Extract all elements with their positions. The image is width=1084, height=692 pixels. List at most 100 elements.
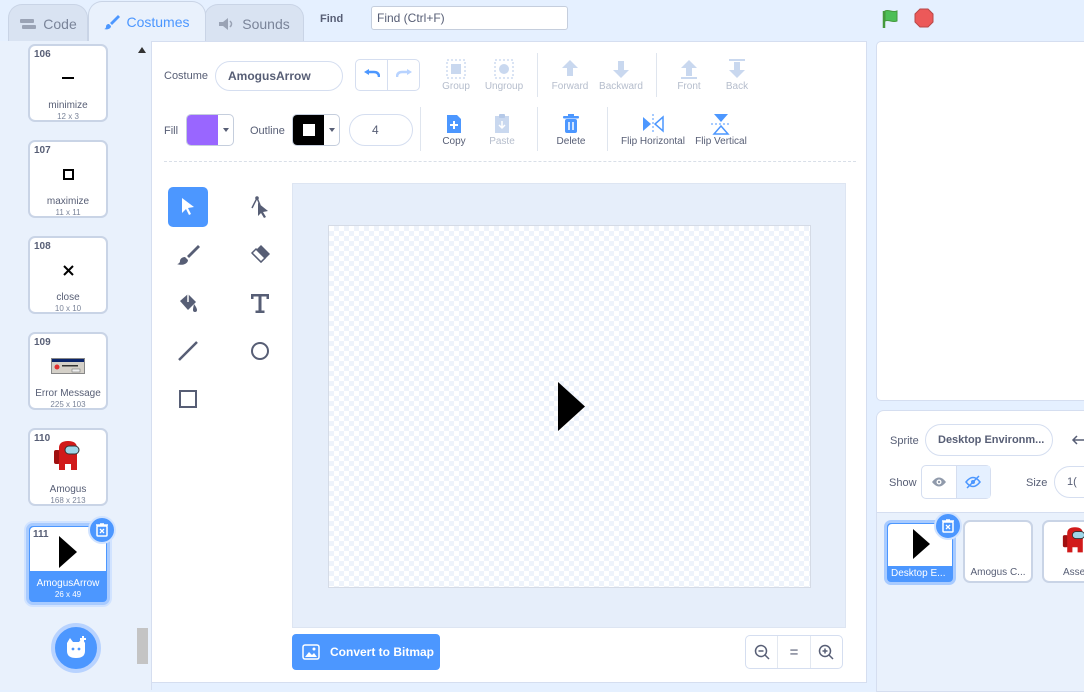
line-icon	[178, 341, 198, 361]
undo-button[interactable]	[356, 60, 388, 90]
costume-name: Amogus	[49, 484, 87, 495]
visibility-toggle	[921, 465, 991, 499]
image-icon	[302, 644, 320, 660]
flip-horizontal-button[interactable]: Flip Horizontal	[618, 112, 688, 147]
costume-name-input[interactable]: AmogusArrow	[215, 61, 343, 91]
costume-item-minimize[interactable]: 106 minimize 12 x 3	[28, 44, 108, 122]
amogus-character-icon	[54, 441, 80, 470]
stage[interactable]	[876, 41, 1084, 401]
sprite-name: Asse	[1063, 567, 1084, 578]
zoom-reset-label: =	[789, 643, 799, 661]
stop-icon[interactable]	[914, 8, 934, 28]
green-flag-icon[interactable]	[881, 8, 903, 30]
costume-name: close	[56, 292, 80, 303]
outline-color-swatch	[293, 115, 324, 145]
size-input[interactable]: 1(	[1054, 466, 1084, 498]
eraser-tool[interactable]	[240, 235, 280, 275]
scroll-up-arrow-icon[interactable]	[138, 47, 146, 53]
redo-icon	[395, 69, 412, 78]
sprite-tile-assets[interactable]: Asse	[1042, 520, 1084, 583]
arrow-left-icon[interactable]	[1071, 434, 1084, 446]
outline-label: Outline	[250, 125, 285, 137]
arrow-triangle-icon	[59, 536, 77, 568]
zoom-out-button[interactable]	[746, 636, 779, 668]
add-costume-button[interactable]	[51, 623, 101, 673]
costume-item-maximize[interactable]: 107 maximize 11 x 11	[28, 140, 108, 218]
circle-tool[interactable]	[240, 331, 280, 371]
delete-button[interactable]: Delete	[541, 112, 601, 147]
toolbar-separator	[656, 53, 657, 97]
outline-color-picker[interactable]	[292, 114, 340, 146]
flip-vertical-button[interactable]: Flip Vertical	[690, 112, 752, 147]
convert-to-bitmap-button[interactable]: Convert to Bitmap	[292, 634, 440, 670]
sprite-name-input[interactable]: Desktop Environm...	[925, 424, 1053, 456]
reshape-tool[interactable]	[240, 187, 280, 227]
tab-costumes[interactable]: Costumes	[88, 1, 206, 42]
paste-icon	[495, 114, 509, 133]
tab-code[interactable]: Code	[8, 4, 88, 42]
zoom-out-icon	[754, 644, 770, 660]
text-tool[interactable]	[240, 283, 280, 323]
costume-dimensions: 11 x 11	[55, 208, 81, 217]
text-t-icon	[251, 294, 269, 313]
outline-width-input[interactable]: 4	[349, 114, 413, 146]
toolbar-separator	[537, 53, 538, 97]
costume-item-error-message[interactable]: 109 Error Message 225 x 103	[28, 332, 108, 410]
paste-button[interactable]: Paste	[472, 112, 532, 147]
zoom-reset-button[interactable]: =	[778, 636, 811, 668]
copy-icon	[447, 115, 461, 133]
trash-icon	[563, 114, 579, 133]
eye-icon	[931, 477, 946, 487]
redo-button[interactable]	[388, 60, 419, 90]
fill-color-picker[interactable]	[186, 114, 234, 146]
paint-canvas[interactable]	[328, 225, 811, 588]
flip-vertical-label: Flip Vertical	[695, 136, 747, 147]
trash-x-icon	[96, 523, 108, 537]
fill-tool[interactable]	[168, 283, 208, 323]
tab-sounds[interactable]: Sounds	[204, 4, 304, 42]
convert-to-bitmap-label: Convert to Bitmap	[330, 645, 435, 659]
forward-icon	[562, 60, 578, 76]
code-icon	[20, 18, 37, 29]
line-tool[interactable]	[168, 331, 208, 371]
costume-item-close[interactable]: 108 close 10 x 10	[28, 236, 108, 314]
brush-tool[interactable]	[168, 235, 208, 275]
hide-sprite-button[interactable]	[956, 466, 990, 498]
costume-dimensions: 225 x 103	[50, 400, 86, 409]
sprite-name: Desktop E...	[891, 568, 946, 579]
amogus-character-icon	[1062, 527, 1084, 553]
costume-number: 106	[34, 49, 51, 60]
back-button[interactable]: Back	[707, 57, 767, 92]
find-label: Find	[320, 13, 344, 25]
costume-dimensions: 12 x 3	[57, 112, 79, 121]
eraser-icon	[250, 245, 270, 264]
speaker-icon	[219, 17, 233, 30]
show-sprite-button[interactable]	[922, 466, 957, 498]
arrow-triangle-icon	[913, 529, 930, 559]
rectangle-tool[interactable]	[168, 379, 208, 419]
costume-dimensions: 26 x 49	[54, 590, 82, 599]
costume-list-scrollbar[interactable]	[135, 41, 151, 690]
costume-label: Costume	[164, 70, 209, 82]
costume-dimensions: 168 x 213	[50, 496, 86, 505]
sprite-tile-amogus[interactable]: Amogus C...	[963, 520, 1033, 583]
delete-costume-button[interactable]	[88, 516, 116, 544]
size-label: Size	[1026, 477, 1048, 489]
close-x-icon	[62, 264, 74, 276]
scroll-thumb[interactable]	[137, 628, 148, 664]
toolbar-separator	[607, 107, 608, 151]
paste-label: Paste	[489, 136, 515, 147]
sprite-label: Sprite	[890, 435, 919, 447]
arrow-triangle-shape[interactable]	[558, 382, 585, 431]
ungroup-button[interactable]: Ungroup	[474, 57, 534, 92]
select-tool[interactable]	[168, 187, 208, 227]
backward-button[interactable]: Backward	[591, 57, 651, 92]
costume-thumbnail	[30, 62, 106, 94]
costume-thumbnail	[30, 438, 106, 478]
fill-color-swatch	[187, 115, 218, 145]
delete-sprite-button[interactable]	[934, 512, 962, 540]
zoom-in-button[interactable]	[811, 636, 842, 668]
find-input[interactable]: Find (Ctrl+F)	[371, 6, 568, 30]
costume-item-amogus[interactable]: 110 Amogus 168 x 213	[28, 428, 108, 506]
costume-dimensions: 10 x 10	[54, 304, 82, 313]
